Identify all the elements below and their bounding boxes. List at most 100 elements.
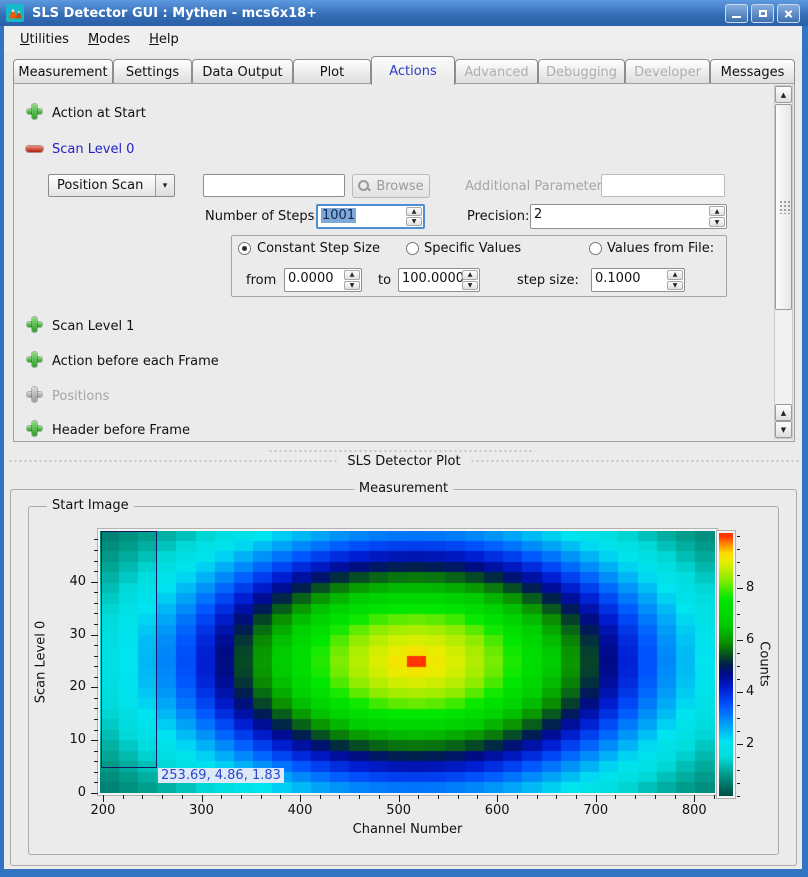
application-window: SLS Detector GUI : Mythen - mcs6x18+ Uti… bbox=[0, 0, 808, 877]
from-spinbox[interactable]: 0.0000 ▲▼ bbox=[284, 268, 362, 292]
tab-label: Plot bbox=[320, 65, 345, 80]
heatmap-canvas[interactable] bbox=[100, 531, 715, 793]
window-border bbox=[0, 869, 808, 877]
precision-value: 2 bbox=[534, 207, 542, 222]
spin-down-icon[interactable]: ▼ bbox=[462, 281, 478, 291]
tab-label: Settings bbox=[126, 65, 179, 80]
spin-up-icon[interactable]: ▲ bbox=[344, 270, 360, 280]
window-border bbox=[0, 26, 4, 869]
action-before-frame-item[interactable]: Action before each Frame bbox=[52, 354, 219, 369]
tab-data-output[interactable]: Data Output bbox=[192, 59, 293, 84]
spin-down-icon[interactable]: ▼ bbox=[667, 281, 683, 291]
spin-up-icon[interactable]: ▲ bbox=[667, 270, 683, 280]
tab-settings[interactable]: Settings bbox=[113, 59, 192, 84]
scrollbar-thumb[interactable] bbox=[775, 104, 792, 310]
tab-messages[interactable]: Messages bbox=[710, 59, 795, 84]
tab-advanced: Advanced bbox=[455, 59, 538, 84]
step-size-spinbox[interactable]: 0.1000 ▲▼ bbox=[591, 268, 685, 292]
chevron-down-icon[interactable]: ▾ bbox=[155, 175, 174, 196]
x-axis-title: Channel Number bbox=[100, 822, 715, 837]
menu-bar: Utilities Modes Help bbox=[4, 26, 802, 52]
values-from-file-label[interactable]: Values from File: bbox=[607, 241, 714, 256]
tab-developer: Developer bbox=[625, 59, 710, 84]
specific-values-label[interactable]: Specific Values bbox=[424, 241, 521, 256]
step-size-value: 0.1000 bbox=[595, 271, 641, 286]
cursor-readout: 253.69, 4.86, 1.83 bbox=[158, 768, 284, 783]
menu-modes[interactable]: Modes bbox=[85, 30, 133, 49]
from-value: 0.0000 bbox=[288, 271, 334, 286]
splitter-label: SLS Detector Plot bbox=[5, 454, 803, 469]
spin-up-icon[interactable]: ▲ bbox=[462, 270, 478, 280]
additional-parameter-input[interactable] bbox=[601, 174, 725, 197]
additional-parameter-label: Additional Parameter: bbox=[465, 179, 595, 194]
to-spinbox[interactable]: 100.0000 ▲▼ bbox=[398, 268, 480, 292]
step-size-label: step size: bbox=[517, 273, 579, 288]
to-value: 100.0000 bbox=[402, 271, 464, 286]
specific-values-radio[interactable] bbox=[406, 242, 419, 255]
tab-debugging: Debugging bbox=[538, 59, 625, 84]
start-image-group-title: Start Image bbox=[47, 498, 134, 513]
colorbar-title: Counts bbox=[757, 641, 772, 686]
constant-step-size-label[interactable]: Constant Step Size bbox=[257, 241, 380, 256]
zoom-selection-rectangle[interactable] bbox=[101, 531, 157, 768]
values-from-file-radio[interactable] bbox=[589, 242, 602, 255]
number-of-steps-value: 1001 bbox=[321, 208, 356, 223]
scan-mode-value: Position Scan bbox=[49, 178, 155, 193]
add-action-icon[interactable] bbox=[27, 317, 42, 332]
vertical-scrollbar[interactable]: ▲ ▲ ▼ bbox=[774, 85, 793, 439]
maximize-button[interactable] bbox=[751, 4, 774, 23]
scan-mode-combobox[interactable]: Position Scan ▾ bbox=[48, 174, 175, 197]
spin-up-icon[interactable]: ▲ bbox=[406, 207, 422, 216]
precision-spinbox[interactable]: 2 ▲▼ bbox=[530, 204, 727, 229]
to-label: to bbox=[378, 273, 391, 288]
spin-down-icon[interactable]: ▼ bbox=[344, 281, 360, 291]
add-action-icon-disabled bbox=[27, 387, 42, 402]
action-at-start-item[interactable]: Action at Start bbox=[52, 106, 146, 121]
scan-level-1-item[interactable]: Scan Level 1 bbox=[52, 319, 134, 334]
tab-label: Messages bbox=[721, 65, 785, 80]
add-action-icon[interactable] bbox=[27, 421, 42, 436]
measurement-group-title: Measurement bbox=[354, 481, 453, 496]
minimize-icon bbox=[732, 16, 741, 18]
scan-script-input[interactable] bbox=[203, 174, 345, 197]
positions-item: Positions bbox=[52, 389, 109, 404]
tab-label: Measurement bbox=[18, 65, 107, 80]
close-icon bbox=[783, 8, 794, 19]
title-bar[interactable]: SLS Detector GUI : Mythen - mcs6x18+ bbox=[0, 0, 808, 26]
tab-bar: Measurement Settings Data Output Plot Action… bbox=[0, 55, 808, 84]
tab-label: Developer bbox=[634, 65, 701, 80]
scan-level-0-item[interactable]: Scan Level 0 bbox=[52, 142, 134, 157]
minimize-button[interactable] bbox=[725, 4, 748, 23]
tab-label: Debugging bbox=[546, 65, 617, 80]
scroll-down-button[interactable]: ▼ bbox=[775, 421, 792, 438]
number-of-steps-spinbox[interactable]: 1001 ▲▼ bbox=[316, 204, 425, 229]
from-label: from bbox=[246, 273, 276, 288]
spin-up-icon[interactable]: ▲ bbox=[709, 206, 725, 216]
scroll-up-button[interactable]: ▲ bbox=[775, 86, 792, 103]
spin-down-icon[interactable]: ▼ bbox=[406, 217, 422, 226]
colorbar-canvas bbox=[719, 533, 733, 796]
spin-down-icon[interactable]: ▼ bbox=[709, 217, 725, 227]
close-button[interactable] bbox=[777, 4, 800, 23]
app-logo-icon bbox=[6, 4, 24, 22]
magnifier-icon bbox=[358, 180, 371, 193]
add-action-icon[interactable] bbox=[27, 352, 42, 367]
y-axis-title: Scan Level 0 bbox=[34, 621, 49, 703]
browse-button-label: Browse bbox=[376, 179, 423, 194]
tab-label: Actions bbox=[389, 64, 437, 79]
window-title: SLS Detector GUI : Mythen - mcs6x18+ bbox=[32, 6, 317, 21]
header-before-frame-item[interactable]: Header before Frame bbox=[52, 423, 190, 438]
collapse-scan-icon[interactable] bbox=[26, 146, 43, 152]
tab-plot[interactable]: Plot bbox=[293, 59, 371, 84]
menu-help[interactable]: Help bbox=[146, 30, 182, 49]
tab-measurement[interactable]: Measurement bbox=[13, 59, 113, 84]
precision-label: Precision: bbox=[467, 209, 529, 224]
menu-utilities[interactable]: Utilities bbox=[17, 30, 72, 49]
tab-label: Advanced bbox=[464, 65, 528, 80]
tab-actions[interactable]: Actions bbox=[371, 56, 455, 85]
add-action-icon[interactable] bbox=[27, 104, 42, 119]
scroll-up-button-bottom[interactable]: ▲ bbox=[775, 404, 792, 421]
tab-label: Data Output bbox=[202, 65, 282, 80]
splitter-handle[interactable]: SLS Detector Plot bbox=[5, 444, 803, 470]
constant-step-size-radio[interactable] bbox=[238, 242, 251, 255]
